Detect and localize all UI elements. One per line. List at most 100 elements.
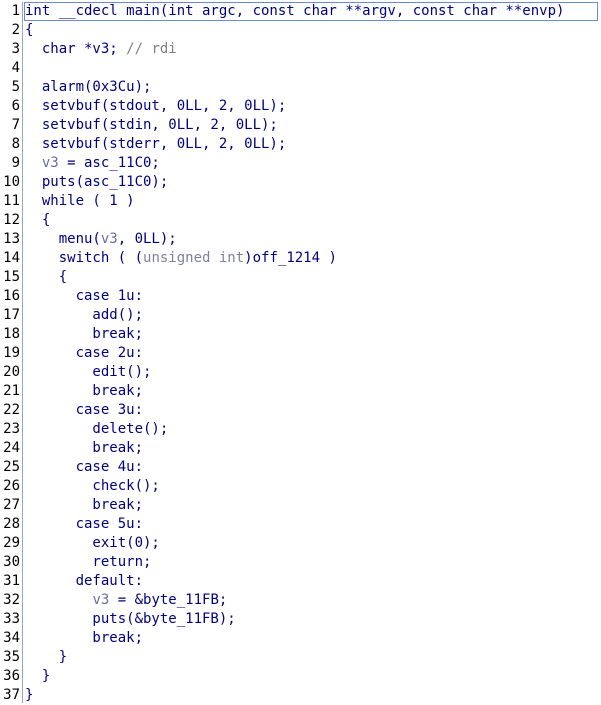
- code-token: case 2u:: [25, 345, 144, 361]
- code-line[interactable]: 6 setvbuf(stdout, 0LL, 2, 0LL);: [0, 97, 601, 116]
- pseudocode-editor[interactable]: 1 int __cdecl main(int argc, const char *…: [0, 0, 601, 705]
- line-number: 16: [3, 288, 20, 304]
- code-text[interactable]: break;: [25, 325, 143, 344]
- code-line[interactable]: 28 case 5u:: [0, 515, 601, 534]
- line-number: 12: [3, 212, 20, 228]
- code-token: // rdi: [126, 41, 177, 57]
- code-text[interactable]: v3 = asc_11C0;: [25, 154, 160, 173]
- line-number: 3: [11, 41, 20, 57]
- code-text[interactable]: add();: [25, 306, 143, 325]
- code-text[interactable]: puts(asc_11C0);: [25, 173, 168, 192]
- code-line[interactable]: 3 char *v3; // rdi: [0, 40, 601, 59]
- code-line[interactable]: 21 break;: [0, 382, 601, 401]
- code-token: add();: [25, 307, 144, 323]
- code-text[interactable]: break;: [25, 382, 143, 401]
- code-line[interactable]: 24 break;: [0, 439, 601, 458]
- line-number: 18: [3, 326, 20, 342]
- line-number: 17: [3, 307, 20, 323]
- code-text[interactable]: break;: [25, 439, 143, 458]
- code-line[interactable]: 17 add();: [0, 306, 601, 325]
- line-number: 22: [3, 402, 20, 418]
- code-token: setvbuf(stdout, 0LL, 2, 0LL);: [25, 98, 287, 114]
- code-line[interactable]: 10 puts(asc_11C0);: [0, 173, 601, 192]
- code-text[interactable]: {: [25, 21, 33, 40]
- code-token: }: [25, 687, 34, 703]
- code-text[interactable]: setvbuf(stdin, 0LL, 2, 0LL);: [25, 116, 278, 135]
- code-token: unsigned int: [143, 250, 245, 266]
- code-line[interactable]: 15 {: [0, 268, 601, 287]
- code-token: break;: [25, 326, 144, 342]
- code-token: alarm(0x3Cu);: [25, 79, 152, 95]
- code-text[interactable]: case 1u:: [25, 287, 143, 306]
- code-text[interactable]: setvbuf(stderr, 0LL, 2, 0LL);: [25, 135, 286, 154]
- code-text[interactable]: edit();: [25, 363, 151, 382]
- line-number: 33: [3, 611, 20, 627]
- code-token: v3: [41, 155, 59, 171]
- code-text[interactable]: menu(v3, 0LL);: [25, 230, 177, 249]
- code-line[interactable]: 8 setvbuf(stderr, 0LL, 2, 0LL);: [0, 135, 601, 154]
- code-text[interactable]: }: [25, 648, 67, 667]
- code-text[interactable]: }: [25, 667, 50, 686]
- code-line[interactable]: 29 exit(0);: [0, 534, 601, 553]
- code-text[interactable]: switch ( (unsigned int)off_1214 ): [25, 249, 337, 268]
- code-line[interactable]: 22 case 3u:: [0, 401, 601, 420]
- code-line[interactable]: 11 while ( 1 ): [0, 192, 601, 211]
- code-token: check();: [25, 478, 160, 494]
- line-number: 29: [3, 535, 20, 551]
- code-text[interactable]: case 5u:: [25, 515, 143, 534]
- code-text[interactable]: while ( 1 ): [25, 192, 135, 211]
- code-text[interactable]: }: [25, 686, 33, 705]
- code-text[interactable]: case 2u:: [25, 344, 143, 363]
- code-text[interactable]: delete();: [25, 420, 168, 439]
- code-line[interactable]: 32 v3 = &byte_11FB;: [0, 591, 601, 610]
- line-number: 6: [11, 98, 20, 114]
- code-text[interactable]: exit(0);: [25, 534, 159, 553]
- code-line[interactable]: 7 setvbuf(stdin, 0LL, 2, 0LL);: [0, 116, 601, 135]
- code-text[interactable]: {: [25, 268, 67, 287]
- code-line[interactable]: 34 break;: [0, 629, 601, 648]
- code-line[interactable]: 16 case 1u:: [0, 287, 601, 306]
- code-line[interactable]: 4: [0, 59, 601, 78]
- code-line[interactable]: 9 v3 = asc_11C0;: [0, 154, 601, 173]
- code-line[interactable]: 5 alarm(0x3Cu);: [0, 78, 601, 97]
- line-number: 11: [3, 193, 20, 209]
- code-text[interactable]: break;: [25, 629, 143, 648]
- code-line[interactable]: 12 {: [0, 211, 601, 230]
- code-text[interactable]: {: [25, 211, 50, 230]
- code-text[interactable]: case 4u:: [25, 458, 143, 477]
- code-text[interactable]: puts(&byte_11FB);: [25, 610, 235, 629]
- code-text[interactable]: v3 = &byte_11FB;: [25, 591, 227, 610]
- line-number: 26: [3, 478, 20, 494]
- code-line[interactable]: 25 case 4u:: [0, 458, 601, 477]
- code-text[interactable]: alarm(0x3Cu);: [25, 78, 152, 97]
- code-token: v3: [92, 592, 110, 608]
- code-line[interactable]: 1 int __cdecl main(int argc, const char *…: [0, 2, 601, 21]
- code-text[interactable]: setvbuf(stdout, 0LL, 2, 0LL);: [25, 97, 286, 116]
- code-line[interactable]: 35 }: [0, 648, 601, 667]
- code-text[interactable]: break;: [25, 496, 143, 515]
- code-line[interactable]: 14 switch ( (unsigned int)off_1214 ): [0, 249, 601, 268]
- code-line[interactable]: 26 check();: [0, 477, 601, 496]
- code-line[interactable]: 23 delete();: [0, 420, 601, 439]
- code-line[interactable]: 30 return;: [0, 553, 601, 572]
- code-token: default:: [25, 573, 144, 589]
- code-line[interactable]: 37}: [0, 686, 601, 705]
- code-text[interactable]: return;: [25, 553, 151, 572]
- code-text[interactable]: int __cdecl main(int argc, const char **…: [25, 2, 564, 21]
- code-text[interactable]: case 3u:: [25, 401, 143, 420]
- code-line[interactable]: 2{: [0, 21, 601, 40]
- code-line[interactable]: 19 case 2u:: [0, 344, 601, 363]
- code-token: case 1u:: [25, 288, 144, 304]
- code-line[interactable]: 13 menu(v3, 0LL);: [0, 230, 601, 249]
- code-line[interactable]: 33 puts(&byte_11FB);: [0, 610, 601, 629]
- code-token: , 0LL);: [117, 231, 177, 247]
- code-text[interactable]: default:: [25, 572, 143, 591]
- code-line[interactable]: 27 break;: [0, 496, 601, 515]
- code-line[interactable]: 36 }: [0, 667, 601, 686]
- code-line[interactable]: 18 break;: [0, 325, 601, 344]
- code-text[interactable]: char *v3; // rdi: [25, 40, 177, 59]
- code-text[interactable]: check();: [25, 477, 160, 496]
- code-line[interactable]: 20 edit();: [0, 363, 601, 382]
- code-line[interactable]: 31 default:: [0, 572, 601, 591]
